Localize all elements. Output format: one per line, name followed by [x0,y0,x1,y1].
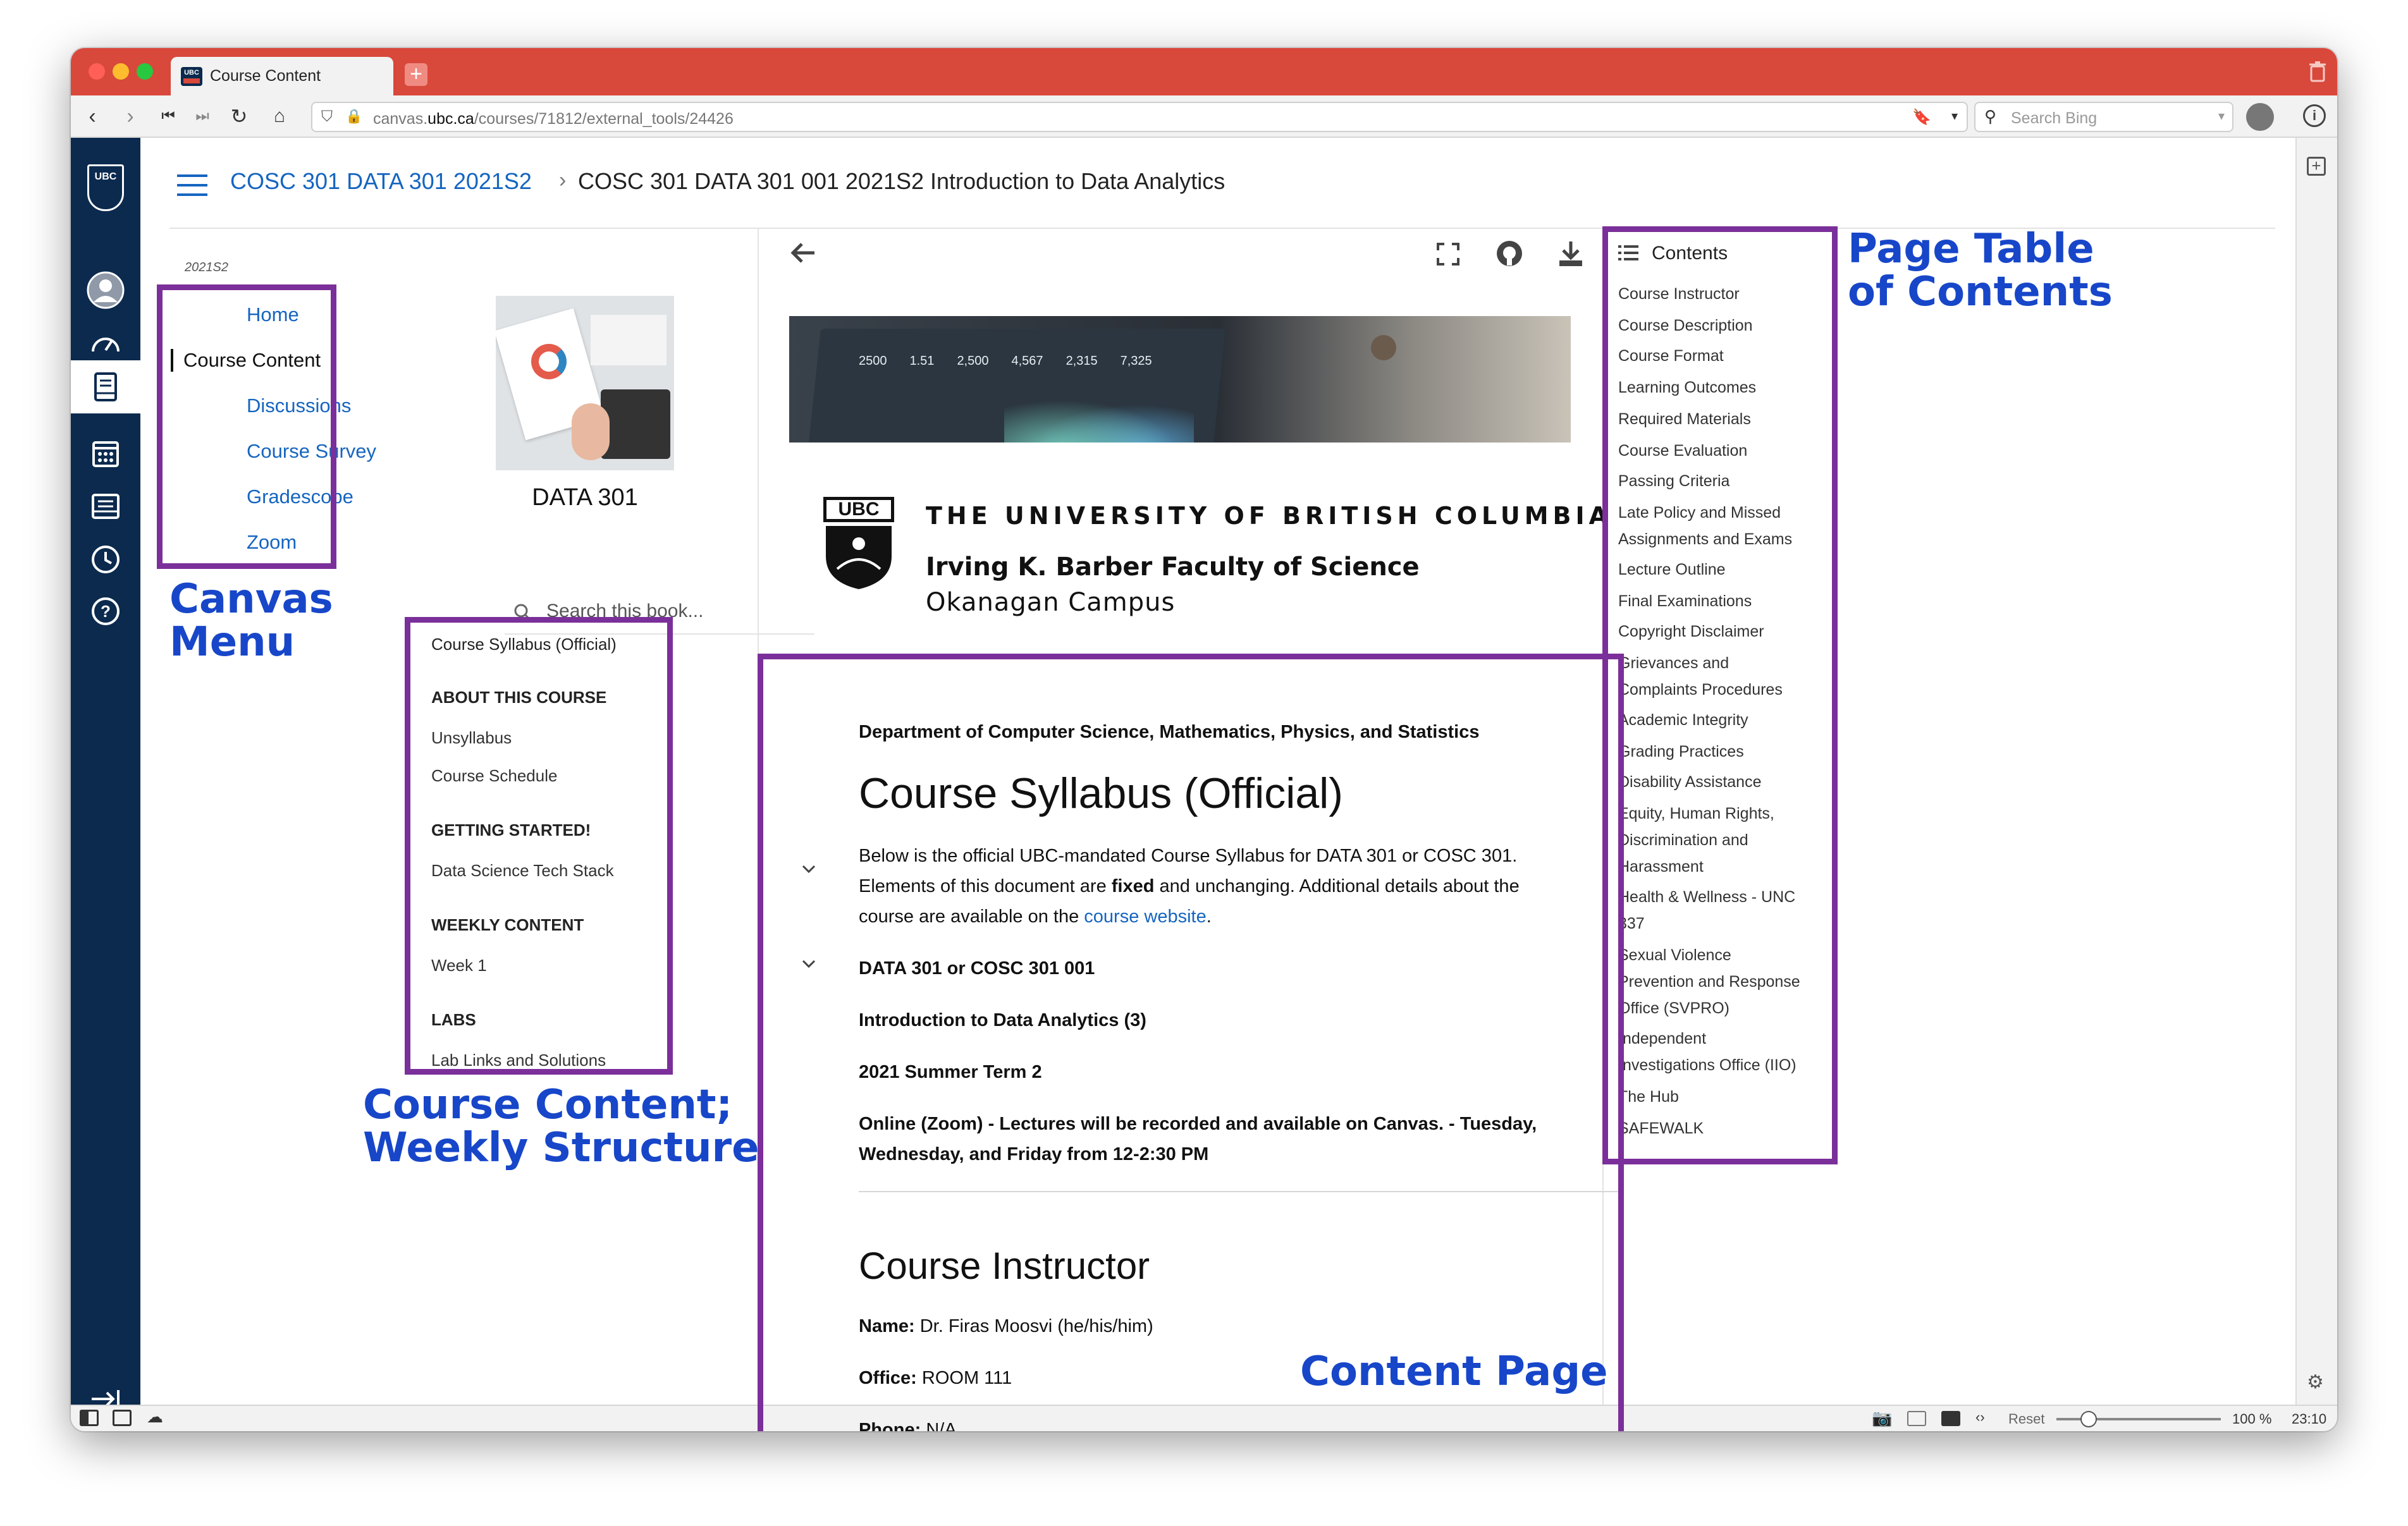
tab-title: Course Content [210,67,321,85]
canvas-menu-highlight-box [157,284,336,569]
profile-avatar-icon[interactable] [2246,103,2274,131]
code-icon[interactable]: ‹› [1975,1409,1985,1425]
shield-icon[interactable]: ⛉ [321,108,333,126]
course-content-highlight-box [405,617,673,1075]
window-icon[interactable] [1907,1411,1926,1426]
zoom-reset-button[interactable]: Reset [2008,1411,2044,1427]
github-icon[interactable] [1495,239,1524,268]
ubc-crest-logo: UBC [823,497,894,592]
close-window-button[interactable] [89,63,105,80]
add-panel-icon[interactable]: + [2307,157,2326,176]
book-title: DATA 301 [532,484,638,511]
dashboard-banner-image: 2500 1.51 2,500 4,567 2,315 7,325 [789,316,1571,443]
fast-forward-icon[interactable]: ⏭ [190,104,215,128]
faculty-name: Irving K. Barber Faculty of Science [926,552,1420,582]
content-page-highlight-box [758,654,1624,1431]
ubc-favicon-icon: UBC [181,67,202,86]
rewind-icon[interactable]: ⏮ [156,104,181,128]
back-icon[interactable]: ‹ [80,104,105,128]
cloud-sync-icon[interactable]: ☁ [147,1407,163,1427]
reload-icon[interactable]: ↻ [226,104,252,128]
zoom-slider-thumb[interactable] [2080,1411,2097,1427]
back-arrow-icon[interactable] [789,241,817,264]
content-page-annotation: Content Page [1300,1348,1608,1395]
search-icon: ⚲ [1984,107,1997,126]
inbox-icon[interactable] [71,484,140,528]
settings-gear-icon[interactable]: ⚙ [2307,1371,2324,1393]
hamburger-menu-icon[interactable] [177,174,207,197]
panel-toggle-icon[interactable] [80,1410,99,1426]
fullscreen-icon[interactable] [1435,241,1461,267]
breadcrumb-separator: › [559,168,567,192]
zoom-window-button[interactable] [137,63,153,80]
forward-icon[interactable]: › [118,104,143,128]
trash-icon[interactable] [2307,61,2328,83]
zoom-level: 100 % [2232,1411,2272,1427]
breadcrumb-course-link[interactable]: COSC 301 DATA 301 2021S2 [230,168,532,195]
campus-name: Okanagan Campus [926,588,1176,617]
svg-text:?: ? [101,602,111,621]
url-text: canvas.ubc.ca/courses/71812/external_too… [373,110,734,128]
info-icon[interactable]: i [2303,104,2326,127]
term-label: 2021S2 [185,260,228,274]
calendar-icon[interactable] [71,431,140,475]
canvas-global-nav: UBC ? [71,138,140,1408]
tiling-icon[interactable] [113,1410,132,1426]
page-toc-annotation: Page Table of Contents [1848,226,2113,316]
address-toolbar: ‹ › ⏮ ⏭ ↻ ⌂ ⛉ 🔒 canvas.ubc.ca/courses/71… [71,95,2337,138]
dashboard-icon[interactable] [71,320,140,364]
courses-icon[interactable] [71,360,140,413]
image-icon[interactable] [1941,1411,1960,1426]
account-icon[interactable] [71,268,140,312]
banner-metrics: 2500 1.51 2,500 4,567 2,315 7,325 [859,354,1152,368]
new-tab-button[interactable]: + [405,63,427,86]
page-toc-highlight-box [1602,226,1838,1164]
chevron-down-icon[interactable]: ▾ [1951,108,1958,124]
help-icon[interactable]: ? [71,589,140,633]
home-icon[interactable]: ⌂ [267,104,292,128]
canvas-menu-annotation: Canvas Menu [169,576,333,666]
university-name: THE UNIVERSITY OF BRITISH COLUMBIA [926,502,1612,530]
clock: 23:10 [2292,1411,2327,1427]
lock-icon: 🔒 [345,108,363,124]
book-cover-image [496,296,674,470]
tab-bar: UBC Course Content + [71,48,2337,95]
search-field[interactable]: ⚲ Search Bing ▾ [1974,102,2233,132]
search-engine-chevron-icon[interactable]: ▾ [2218,108,2225,124]
browser-side-panel: + ⚙ [2295,138,2337,1405]
address-field[interactable]: ⛉ 🔒 canvas.ubc.ca/courses/71812/external… [311,102,1968,132]
history-clock-icon[interactable] [71,537,140,582]
camera-icon[interactable]: 📷 [1872,1408,1892,1428]
minimize-window-button[interactable] [113,63,129,80]
download-icon[interactable] [1557,239,1585,268]
course-content-annotation: Course Content; Weekly Structure [363,1082,759,1172]
ubc-logo[interactable]: UBC [87,164,124,211]
browser-tab[interactable]: UBC Course Content [171,57,393,95]
browser-window: UBC Course Content + ‹ › ⏮ ⏭ ↻ ⌂ ⛉ 🔒 can… [71,48,2337,1431]
breadcrumb-current-page: COSC 301 DATA 301 001 2021S2 Introductio… [578,168,1226,194]
search-placeholder: Search Bing [2011,109,2098,127]
bookmark-icon[interactable]: 🔖 [1912,108,1931,126]
